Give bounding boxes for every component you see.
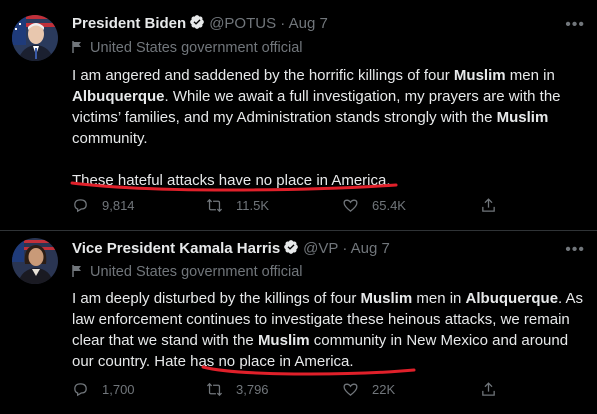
retweet-icon	[206, 382, 223, 397]
heart-icon	[343, 199, 358, 212]
gov-label: United States government official	[72, 264, 303, 280]
reply-icon	[74, 199, 87, 213]
retweet-button[interactable]: 3,796	[206, 381, 269, 398]
reply-icon	[74, 383, 87, 397]
author-name[interactable]: Vice President Kamala Harris	[72, 240, 280, 257]
more-horizontal-icon[interactable]: •••	[565, 16, 585, 34]
tweet-text: I am deeply disturbed by the killings of…	[72, 288, 587, 372]
text-segment: I am deeply disturbed by the killings of…	[72, 290, 361, 307]
separator: ·	[280, 15, 286, 32]
reply-count: 9,814	[102, 198, 135, 213]
share-icon	[482, 382, 495, 396]
keyword-highlight: Albuquerque	[465, 290, 559, 307]
tweet-paragraph: I am angered and saddened by the horrifi…	[72, 65, 582, 149]
reply-button[interactable]: 9,814	[72, 197, 135, 214]
gov-label: United States government official	[72, 40, 303, 56]
keyword-highlight: Muslim	[496, 109, 549, 126]
tweet-paragraph: These hateful attacks have no place in A…	[72, 172, 391, 189]
retweet-button[interactable]: 11.5K	[206, 197, 269, 214]
keyword-highlight: Muslim	[360, 290, 413, 307]
tweet-header: Vice President Kamala Harris @VP · Aug 7	[72, 239, 587, 259]
flag-icon	[72, 265, 82, 277]
like-button[interactable]: 22K	[342, 381, 395, 398]
like-count: 22K	[372, 382, 396, 397]
tweet-paragraph: I am deeply disturbed by the killings of…	[72, 288, 587, 372]
author-handle[interactable]: @POTUS	[209, 15, 276, 32]
reply-count: 1,700	[102, 382, 135, 397]
tweet-date[interactable]: Aug 7	[351, 240, 390, 257]
share-button[interactable]	[480, 197, 510, 214]
verified-badge-icon	[189, 14, 205, 30]
separator: ·	[342, 240, 348, 257]
like-button[interactable]: 65.4K	[342, 197, 406, 214]
flag-icon	[72, 41, 82, 53]
keyword-highlight: Albuquerque	[72, 88, 165, 105]
retweet-icon	[206, 198, 223, 213]
author-handle[interactable]: @VP	[303, 240, 338, 257]
tweet-date[interactable]: Aug 7	[289, 15, 328, 32]
keyword-highlight: Muslim	[453, 67, 506, 84]
tweet-header: President Biden @POTUS · Aug 7	[72, 14, 587, 34]
tweet-actions: 1,700 3,796 22K	[72, 381, 597, 401]
share-button[interactable]	[480, 381, 510, 398]
retweet-count: 3,796	[236, 382, 269, 397]
retweet-count: 11.5K	[236, 198, 270, 213]
heart-icon	[343, 383, 358, 396]
tweet-text: I am angered and saddened by the horrifi…	[72, 65, 582, 191]
tweet-harris[interactable]: Vice President Kamala Harris @VP · Aug 7 …	[0, 231, 597, 414]
tweet-actions: 9,814 11.5K 65.4K	[72, 197, 597, 217]
avatar-harris[interactable]	[12, 238, 58, 284]
text-segment: community.	[72, 130, 148, 147]
reply-button[interactable]: 1,700	[72, 381, 135, 398]
text-segment: I am angered and saddened by the horrifi…	[72, 67, 454, 84]
more-horizontal-icon[interactable]: •••	[565, 241, 585, 259]
avatar-biden[interactable]	[12, 15, 58, 61]
verified-badge-icon	[283, 239, 299, 255]
tweet-biden[interactable]: President Biden @POTUS · Aug 7 ••• United…	[0, 0, 597, 231]
share-icon	[482, 198, 495, 212]
keyword-highlight: Muslim	[257, 332, 310, 349]
author-name[interactable]: President Biden	[72, 15, 186, 32]
text-segment: men in	[505, 67, 555, 84]
like-count: 65.4K	[372, 198, 406, 213]
text-segment: men in	[412, 290, 466, 307]
